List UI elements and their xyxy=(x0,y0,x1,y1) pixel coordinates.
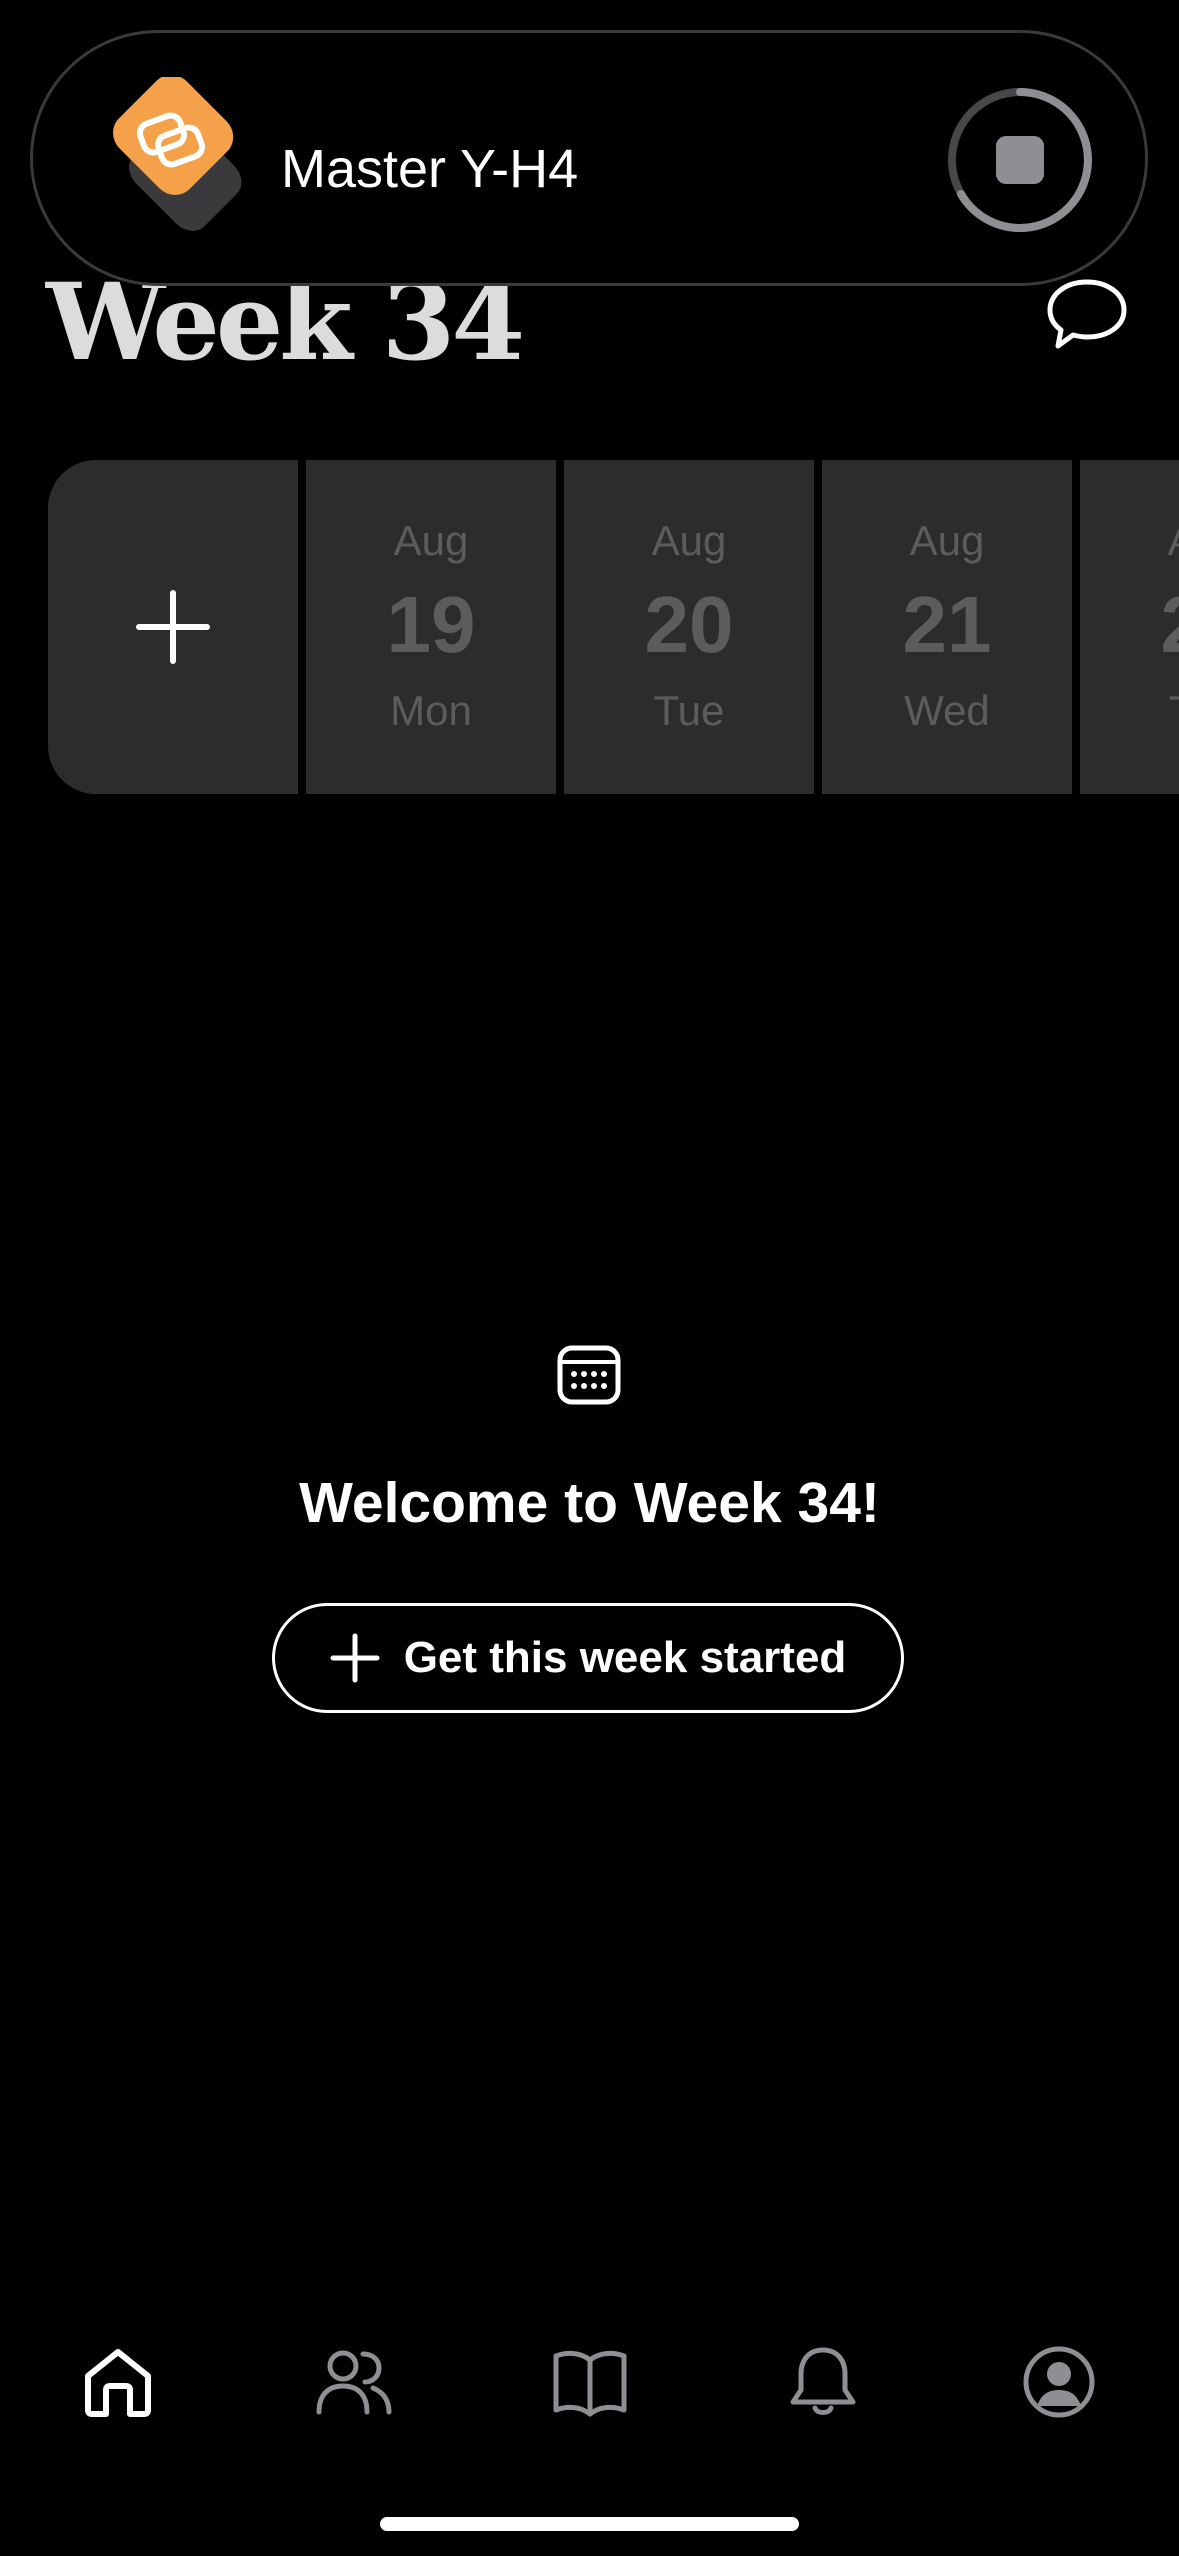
people-icon[interactable] xyxy=(313,2342,393,2422)
day-card[interactable]: Aug 21 Wed xyxy=(822,460,1072,794)
shortcut-title: Master Y-H4 xyxy=(281,139,579,199)
day-month: Aug xyxy=(651,517,727,564)
day-weekday: Mon xyxy=(390,687,472,734)
day-weekday: Thu xyxy=(1080,686,1179,736)
day-card[interactable]: Aug 19 Mon xyxy=(306,460,556,794)
book-icon[interactable] xyxy=(550,2342,630,2422)
welcome-title: Welcome to Week 34! xyxy=(299,1471,880,1535)
day-month: Aug xyxy=(1080,516,1179,566)
calendar-icon xyxy=(557,1345,621,1405)
day-month: Aug xyxy=(909,517,985,564)
button-label: Get this week started xyxy=(403,1633,847,1682)
day-weekday: Wed xyxy=(904,687,990,734)
day-date: 22 xyxy=(1080,580,1179,670)
bell-icon[interactable] xyxy=(783,2342,863,2422)
day-date: 21 xyxy=(902,580,992,669)
shortcuts-app-icon xyxy=(113,77,242,231)
plus-icon xyxy=(330,1633,380,1683)
home-icon[interactable] xyxy=(78,2342,158,2422)
add-day-button[interactable] xyxy=(48,460,298,794)
day-strip: Aug 19 Mon Aug 20 Tue Aug 21 Wed Aug 22 … xyxy=(48,460,1179,794)
day-weekday: Tue xyxy=(653,687,725,734)
plus-icon xyxy=(136,590,210,664)
get-week-started-button[interactable]: Get this week started xyxy=(272,1603,904,1713)
chat-bubble-icon[interactable] xyxy=(1044,274,1130,354)
day-date: 19 xyxy=(386,580,476,669)
day-card[interactable]: Aug 20 Tue xyxy=(564,460,814,794)
day-card[interactable]: Aug 22 Thu xyxy=(1080,460,1179,794)
day-date: 20 xyxy=(644,580,734,669)
home-indicator[interactable] xyxy=(380,2517,799,2531)
shortcut-banner[interactable]: Master Y-H4 xyxy=(30,30,1148,286)
stop-icon[interactable] xyxy=(943,83,1097,237)
day-month: Aug xyxy=(393,517,469,564)
profile-icon[interactable] xyxy=(1019,2342,1099,2422)
